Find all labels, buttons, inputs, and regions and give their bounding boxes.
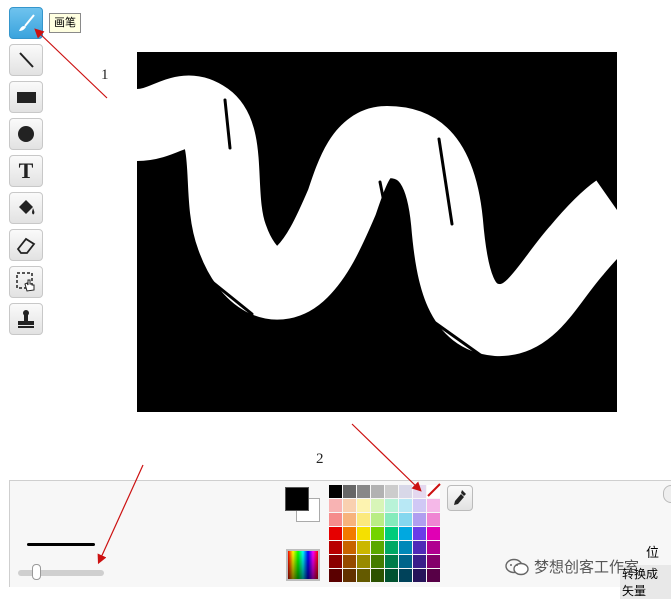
color-swatch[interactable]: [343, 569, 356, 582]
color-swatch[interactable]: [329, 513, 342, 526]
color-swatch[interactable]: [343, 513, 356, 526]
color-swatch[interactable]: [329, 527, 342, 540]
color-swatch[interactable]: [413, 485, 426, 498]
brush-size-preview: [27, 543, 95, 546]
brush-tool[interactable]: [9, 7, 43, 39]
color-swatch[interactable]: [427, 555, 440, 568]
stamp-tool[interactable]: [9, 303, 43, 335]
text-tool[interactable]: T: [9, 155, 43, 187]
stamp-icon: [18, 310, 34, 328]
annotation-2: 2: [316, 451, 324, 467]
color-swatch[interactable]: [357, 527, 370, 540]
color-swatch[interactable]: [343, 555, 356, 568]
annotation-1: 1: [101, 67, 109, 83]
drawing-canvas[interactable]: [134, 52, 639, 412]
annotation-arrow-1: [34, 28, 108, 99]
color-swatch[interactable]: [413, 499, 426, 512]
color-swatch[interactable]: [385, 541, 398, 554]
color-swatch[interactable]: [385, 499, 398, 512]
color-swatch[interactable]: [329, 555, 342, 568]
color-swatch[interactable]: [385, 513, 398, 526]
eyedropper-icon: [454, 490, 466, 505]
color-swatch[interactable]: [329, 569, 342, 582]
watermark-text: 梦想创客工作室: [534, 559, 640, 576]
color-swatch[interactable]: [427, 513, 440, 526]
color-swatch[interactable]: [329, 485, 342, 498]
color-swatch[interactable]: [371, 513, 384, 526]
rectangle-icon: [17, 92, 36, 103]
color-swatch[interactable]: [427, 541, 440, 554]
color-swatch[interactable]: [413, 541, 426, 554]
color-swatch[interactable]: [371, 485, 384, 498]
brush-drawing: [134, 75, 639, 376]
color-swatch[interactable]: [357, 499, 370, 512]
paint-bucket-icon: [19, 200, 35, 215]
color-palette: [329, 485, 440, 582]
color-swatch[interactable]: [343, 499, 356, 512]
color-swatch[interactable]: [399, 513, 412, 526]
color-swatch[interactable]: [329, 541, 342, 554]
ellipse-icon: [18, 126, 34, 142]
brush-icon: [19, 14, 35, 31]
color-swatch[interactable]: [357, 513, 370, 526]
tooltip: 画笔: [49, 13, 81, 33]
color-swatch[interactable]: [385, 555, 398, 568]
color-swatch[interactable]: [385, 569, 398, 582]
line-icon: [19, 52, 34, 68]
foreground-color-swatch[interactable]: [285, 487, 309, 511]
color-swatch[interactable]: [427, 485, 440, 498]
color-swatch[interactable]: [399, 555, 412, 568]
color-swatch[interactable]: [399, 485, 412, 498]
color-swatch[interactable]: [357, 555, 370, 568]
color-swatch[interactable]: [413, 555, 426, 568]
watermark: 梦想创客工作室: [505, 556, 639, 577]
color-swatch[interactable]: [413, 527, 426, 540]
color-swatch[interactable]: [329, 499, 342, 512]
eraser-tool[interactable]: [9, 229, 43, 261]
color-swatch[interactable]: [427, 569, 440, 582]
eraser-icon: [16, 237, 36, 254]
brush-size-slider-thumb[interactable]: [32, 564, 41, 580]
ellipse-tool[interactable]: [9, 118, 43, 150]
color-swatch[interactable]: [357, 569, 370, 582]
select-hand-icon: [16, 272, 35, 292]
color-swatch[interactable]: [371, 569, 384, 582]
select-tool[interactable]: [9, 266, 43, 298]
color-swatch[interactable]: [371, 541, 384, 554]
color-spectrum-button[interactable]: [286, 549, 320, 581]
text-icon: T: [18, 158, 34, 183]
color-swatch[interactable]: [399, 527, 412, 540]
color-swatch[interactable]: [427, 527, 440, 540]
color-swatch[interactable]: [399, 541, 412, 554]
color-swatch[interactable]: [399, 569, 412, 582]
zoom-button[interactable]: [663, 485, 671, 503]
color-swatch[interactable]: [343, 485, 356, 498]
brush-size-slider[interactable]: [18, 570, 104, 576]
color-swatch[interactable]: [357, 485, 370, 498]
rectangle-tool[interactable]: [9, 81, 43, 113]
fill-tool[interactable]: [9, 192, 43, 224]
color-swatch[interactable]: [371, 499, 384, 512]
color-swatch[interactable]: [385, 485, 398, 498]
color-swatch[interactable]: [413, 513, 426, 526]
color-swatch[interactable]: [357, 541, 370, 554]
color-swatch[interactable]: [427, 499, 440, 512]
line-tool[interactable]: [9, 44, 43, 76]
color-swatch[interactable]: [371, 527, 384, 540]
color-swatch[interactable]: [399, 499, 412, 512]
color-swatch[interactable]: [371, 555, 384, 568]
color-swatch[interactable]: [413, 569, 426, 582]
color-swatch[interactable]: [343, 541, 356, 554]
wechat-icon: [505, 558, 529, 575]
eyedropper-button[interactable]: [447, 485, 473, 511]
color-swatch[interactable]: [385, 527, 398, 540]
color-swatch[interactable]: [343, 527, 356, 540]
